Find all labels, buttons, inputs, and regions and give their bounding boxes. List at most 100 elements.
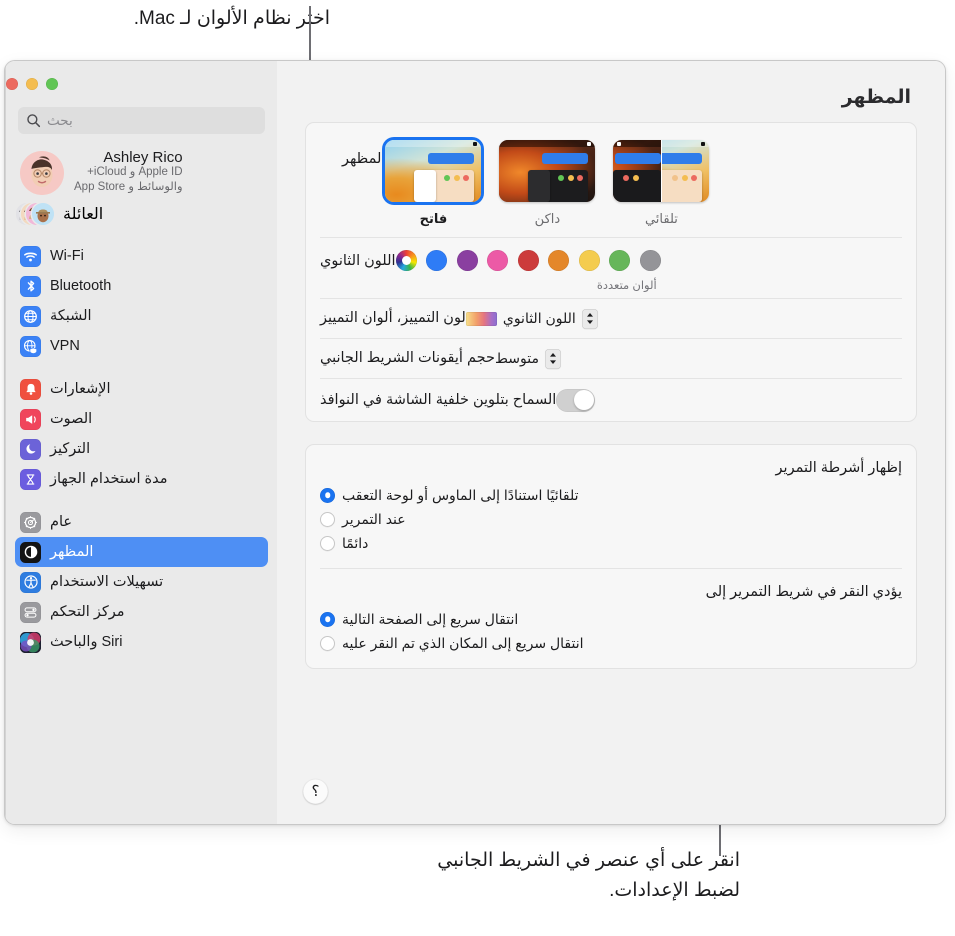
account-name: Ashley Rico [103, 149, 183, 166]
wallpaper-tint-label: السماح بتلوين خلفية الشاشة في النوافذ [320, 391, 557, 408]
wifi-icon [20, 245, 41, 267]
sidebar-item-vpn[interactable]: VPN [15, 331, 268, 361]
sidebar-item-appearance[interactable]: المظهر [15, 537, 268, 567]
highlight-color-popup[interactable]: اللون الثانوي [465, 308, 598, 329]
radio-button[interactable] [320, 635, 335, 651]
appearance-icon [20, 541, 41, 563]
sidebar-icon-size-label: حجم أيقونات الشريط الجانبي [320, 350, 495, 367]
wallpaper-tint-row: السماح بتلوين خلفية الشاشة في النوافذ [306, 379, 916, 421]
chevron-updown-icon [544, 348, 561, 369]
callout-bottom-text: انقر على أي عنصر في الشريط الجانبي لضبط … [437, 850, 740, 901]
wallpaper-tint-toggle[interactable] [556, 388, 596, 412]
click-scrollbar-title: يؤدي النقر في شريط التمرير إلى [705, 584, 902, 600]
highlight-color-value: اللون الثانوي [502, 310, 576, 326]
search-placeholder: بحث [47, 112, 73, 128]
accent-swatch-graphite[interactable] [639, 250, 661, 271]
theme-caption-auto: تلقائي [644, 211, 678, 226]
sidebar-item-label: الإشعارات [50, 380, 111, 397]
theme-thumbnail-light [385, 140, 482, 202]
radio-jump-next-page[interactable]: انتقال سريع إلى الصفحة التالية [320, 607, 518, 631]
screenshot-root: اختر نظام الألوان لـ Mac. انقر على أي عن… [0, 0, 955, 936]
sidebar-item-control-center[interactable]: مركز التحكم [15, 597, 268, 627]
sidebar-group-network: Wi-Fi Bluetooth الشبكة VPN [15, 241, 268, 361]
radio-label: دائمًا [342, 534, 369, 551]
theme-option-dark[interactable]: داكن [499, 140, 596, 227]
radio-button-selected[interactable] [320, 487, 335, 503]
show-scrollbars-radio-group: تلقائيًا استنادًا إلى الماوس أو لوحة الت… [320, 483, 902, 555]
accent-swatch-green[interactable] [609, 250, 631, 271]
theme-thumbnail-dark [499, 140, 596, 202]
sidebar-item-label: تسهيلات الاستخدام [50, 573, 164, 590]
highlight-color-label: لون التمييز، ألوان التمييز [320, 310, 466, 327]
accent-swatch-yellow[interactable] [578, 250, 600, 271]
main-pane: المظهر المظهر فاتح داكن تلقائي اللون الث… [277, 61, 945, 824]
system-settings-window: المظهر المظهر فاتح داكن تلقائي اللون الث… [4, 60, 946, 825]
sidebar-item-label: الشبكة [50, 307, 92, 324]
radio-label: عند التمرير [342, 510, 406, 527]
account-text: Ashley Rico Apple ID و iCloud+ والوسائط … [74, 150, 183, 195]
radio-label: انتقال سريع إلى المكان الذي تم النقر علي… [342, 634, 584, 651]
sidebar-icon-size-popup[interactable]: متوسط [494, 348, 561, 369]
siri-icon [20, 631, 41, 653]
radio-scrollbars-automatic[interactable]: تلقائيًا استنادًا إلى الماوس أو لوحة الت… [320, 483, 579, 507]
sidebar-item-general[interactable]: عام [15, 507, 268, 537]
gear-icon [20, 511, 41, 533]
click-scrollbar-block: يؤدي النقر في شريط التمرير إلى انتقال سر… [306, 569, 916, 668]
help-button[interactable]: ؟ [303, 779, 328, 804]
show-scrollbars-block: إظهار أشرطة التمرير تلقائيًا استنادًا إل… [306, 445, 916, 568]
radio-label: تلقائيًا استنادًا إلى الماوس أو لوحة الت… [342, 486, 579, 503]
theme-option-auto[interactable]: تلقائي [613, 140, 710, 227]
accent-color-caption: ألوان متعددة [596, 280, 657, 292]
chevron-updown-icon [581, 308, 598, 329]
sidebar-item-family[interactable]: العائلة [15, 199, 268, 229]
sidebar-icon-size-row: حجم أيقونات الشريط الجانبي متوسط [306, 339, 916, 378]
theme-row-label: المظهر [342, 151, 386, 167]
sidebar-list: Ashley Rico Apple ID و iCloud+ والوسائط … [6, 146, 277, 657]
search-field[interactable]: بحث [18, 107, 265, 134]
sidebar-item-focus[interactable]: التركيز [15, 434, 268, 464]
toggle-knob [573, 390, 594, 410]
sidebar-item-siri-spotlight[interactable]: Siri والباحث [15, 627, 268, 657]
radio-scrollbars-always[interactable]: دائمًا [320, 531, 368, 555]
sidebar-item-accessibility[interactable]: تسهيلات الاستخدام [15, 567, 268, 597]
radio-button[interactable] [320, 511, 335, 527]
sidebar-item-bluetooth[interactable]: Bluetooth [15, 271, 268, 301]
close-button[interactable] [6, 78, 18, 90]
radio-button-selected[interactable] [320, 611, 335, 627]
sidebar-item-screen-time[interactable]: مدة استخدام الجهاز [15, 464, 268, 494]
highlight-color-swatch [465, 311, 497, 326]
accent-swatch-orange[interactable] [548, 250, 570, 271]
sidebar-item-notifications[interactable]: الإشعارات [15, 374, 268, 404]
accent-swatch-purple[interactable] [456, 250, 478, 271]
page-title: المظهر [841, 87, 911, 108]
accent-swatch-pink[interactable] [487, 250, 509, 271]
maximize-button[interactable] [46, 78, 58, 90]
highlight-color-row: لون التمييز، ألوان التمييز اللون الثانوي [306, 299, 916, 338]
sidebar-item-wifi[interactable]: Wi-Fi [15, 241, 268, 271]
callout-top-text: اختر نظام الألوان لـ Mac. [133, 8, 330, 29]
click-scrollbar-radio-group: انتقال سريع إلى الصفحة التالية انتقال سر… [320, 607, 902, 655]
avatar [20, 150, 64, 195]
sidebar-item-apple-id[interactable]: Ashley Rico Apple ID و iCloud+ والوسائط … [15, 146, 268, 197]
family-avatars [16, 202, 54, 226]
search-icon [26, 113, 41, 128]
sidebar-icon-size-value: متوسط [494, 350, 539, 366]
accent-color-swatches [395, 250, 661, 271]
sidebar-item-sound[interactable]: الصوت [15, 404, 268, 434]
theme-row: المظهر فاتح داكن تلقائي [306, 123, 916, 237]
control-center-icon [20, 601, 41, 623]
radio-button[interactable] [320, 535, 335, 551]
sidebar-item-label-family: العائلة [63, 206, 104, 223]
radio-jump-to-clicked-spot[interactable]: انتقال سريع إلى المكان الذي تم النقر علي… [320, 631, 584, 655]
accent-swatch-multicolor[interactable] [395, 250, 417, 271]
radio-scrollbars-when-scrolling[interactable]: عند التمرير [320, 507, 406, 531]
bluetooth-icon [20, 275, 41, 297]
theme-option-light[interactable]: فاتح [385, 140, 482, 227]
minimize-button[interactable] [26, 78, 38, 90]
sidebar-item-network[interactable]: الشبكة [15, 301, 268, 331]
accent-swatch-red[interactable] [517, 250, 539, 271]
sidebar-item-label: VPN [50, 337, 80, 354]
sidebar-item-label: الصوت [50, 410, 93, 427]
accent-color-row: اللون الثانوي ألوان متعددة [306, 238, 916, 298]
accent-swatch-blue[interactable] [426, 250, 448, 271]
